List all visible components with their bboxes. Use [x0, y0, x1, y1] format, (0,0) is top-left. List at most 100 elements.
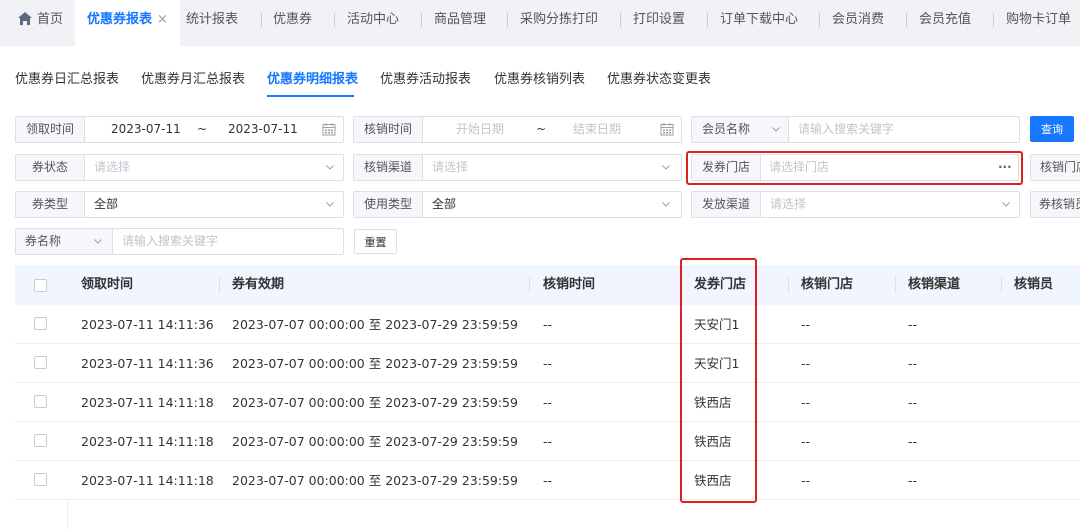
member-search-input[interactable]: 请输入搜索关键字 [798, 117, 894, 142]
row-checkbox[interactable] [34, 473, 47, 486]
col-validity[interactable]: 券有效期 [232, 265, 284, 305]
tab-label: 订单下载中心 [720, 12, 799, 27]
chevron-down-icon [1002, 202, 1010, 207]
col-verify-staff[interactable]: 核销员 [1014, 265, 1053, 305]
coupon-type-label: 券类型 [16, 192, 85, 217]
cell-validity: 2023-07-07 00:00:00 至 2023-07-29 23:59:5… [232, 395, 518, 410]
row-checkbox[interactable] [34, 356, 47, 369]
cell-validity: 2023-07-07 00:00:00 至 2023-07-29 23:59:5… [232, 317, 518, 332]
query-button[interactable]: 查询 [1030, 116, 1074, 142]
column-divider [529, 277, 530, 293]
tab-gift-card-orders[interactable]: 购物卡订单 [1006, 0, 1071, 40]
tab-order-download[interactable]: 订单下载中心 [720, 0, 798, 40]
verify-channel-select[interactable]: 核销渠道 请选择 [353, 154, 682, 181]
column-divider [895, 277, 896, 293]
coupon-name-search: 券名称 请输入搜索关键字 [15, 228, 344, 255]
tab-label: 会员充值 [919, 12, 972, 27]
col-verify-store[interactable]: 核销门店 [801, 265, 853, 305]
tab-print-settings[interactable]: 打印设置 [633, 0, 685, 40]
col-receive-time[interactable]: 领取时间 [81, 265, 133, 305]
coupon-name-select[interactable]: 券名称 [16, 229, 113, 254]
top-tab-bar: 首页 优惠券报表 × 统计报表 优惠券 活动中心 商品管理 采购分拣打印 打印设置… [0, 0, 1080, 46]
tab-home[interactable]: 首页 [17, 0, 63, 40]
cell-receive-time: 2023-07-11 14:11:36 [81, 317, 214, 332]
subtab-monthly-summary[interactable]: 优惠券月汇总报表 [141, 68, 245, 87]
table-row[interactable]: 2023-07-11 14:11:18 2023-07-07 00:00:00 … [15, 422, 1080, 461]
cell-receive-time: 2023-07-11 14:11:18 [81, 473, 214, 488]
highlight-issue-store-column [680, 258, 757, 503]
issue-channel-select[interactable]: 发放渠道 请选择 [691, 191, 1020, 218]
tab-member-recharge[interactable]: 会员充值 [919, 0, 971, 40]
calendar-icon[interactable] [660, 122, 674, 136]
subtab-daily-summary[interactable]: 优惠券日汇总报表 [15, 68, 119, 87]
use-type-value: 全部 [432, 197, 457, 211]
tab-member-consumption[interactable]: 会员消费 [832, 0, 884, 40]
cell-verify-store: -- [801, 473, 811, 488]
cell-validity: 2023-07-07 00:00:00 至 2023-07-29 23:59:5… [232, 356, 518, 371]
tab-divider [261, 13, 262, 27]
tab-label: 优惠券 [273, 12, 313, 27]
receive-time-end[interactable]: 2023-07-11 [228, 117, 298, 142]
verify-staff-select[interactable]: 券核销员 [1030, 191, 1080, 218]
tab-coupon-report[interactable]: 优惠券报表 × [75, 0, 180, 46]
chevron-down-icon [326, 165, 334, 170]
tab-divider [507, 13, 508, 27]
col-verify-time[interactable]: 核销时间 [543, 265, 595, 305]
tab-divider [993, 13, 994, 27]
subtab-verify-list[interactable]: 优惠券核销列表 [494, 68, 585, 87]
cell-verify-channel: -- [908, 317, 918, 332]
cell-verify-time: -- [543, 317, 553, 332]
tab-stats-report[interactable]: 统计报表 [186, 0, 238, 40]
row-checkbox[interactable] [34, 317, 47, 330]
verify-store-select[interactable]: 核销门店 [1030, 154, 1080, 181]
tab-divider [707, 13, 708, 27]
verify-time-range[interactable]: 核销时间 开始日期 ~ 结束日期 [353, 116, 682, 143]
tab-activity-center[interactable]: 活动中心 [347, 0, 399, 40]
table-row[interactable]: 2023-07-11 14:11:18 2023-07-07 00:00:00 … [15, 461, 1080, 500]
receive-time-start[interactable]: 2023-07-11 [111, 117, 181, 142]
verify-channel-label: 核销渠道 [354, 155, 423, 180]
coupon-status-select[interactable]: 券状态 请选择 [15, 154, 344, 181]
col-verify-channel[interactable]: 核销渠道 [908, 265, 960, 305]
tab-label: 采购分拣打印 [520, 12, 599, 27]
table-row[interactable]: 2023-07-11 14:11:36 2023-07-07 00:00:00 … [15, 305, 1080, 344]
tab-divider [421, 13, 422, 27]
close-icon[interactable]: × [157, 12, 168, 27]
table-row[interactable]: 2023-07-11 14:11:36 2023-07-07 00:00:00 … [15, 344, 1080, 383]
row-checkbox[interactable] [34, 434, 47, 447]
receive-time-range[interactable]: 领取时间 2023-07-11 ~ 2023-07-11 [15, 116, 344, 143]
tab-purchase-print[interactable]: 采购分拣打印 [520, 0, 598, 40]
tab-divider [620, 13, 621, 27]
verify-staff-label: 券核销员 [1031, 192, 1080, 217]
cell-receive-time: 2023-07-11 14:11:18 [81, 395, 214, 410]
calendar-icon[interactable] [322, 122, 336, 136]
coupon-name-input[interactable]: 请输入搜索关键字 [122, 229, 218, 254]
tab-goods-management[interactable]: 商品管理 [434, 0, 486, 40]
tab-divider [334, 13, 335, 27]
column-divider [788, 277, 789, 293]
verify-time-end[interactable]: 结束日期 [573, 117, 621, 142]
subtab-activity-report[interactable]: 优惠券活动报表 [380, 68, 471, 87]
member-select[interactable]: 会员名称 [692, 117, 789, 142]
tab-label: 商品管理 [434, 12, 487, 27]
tab-coupon[interactable]: 优惠券 [273, 0, 312, 40]
table-column-line [67, 500, 68, 529]
coupon-status-label: 券状态 [16, 155, 85, 180]
cell-verify-time: -- [543, 395, 553, 410]
table-row[interactable]: 2023-07-11 14:11:18 2023-07-07 00:00:00 … [15, 383, 1080, 422]
subtab-status-change[interactable]: 优惠券状态变更表 [607, 68, 711, 87]
chevron-down-icon [662, 202, 670, 207]
subtab-detail-report[interactable]: 优惠券明细报表 [267, 68, 358, 87]
verify-time-start[interactable]: 开始日期 [456, 117, 504, 142]
reset-button[interactable]: 重置 [354, 229, 397, 254]
cell-verify-channel: -- [908, 434, 918, 449]
use-type-select[interactable]: 使用类型 全部 [353, 191, 682, 218]
cell-verify-time: -- [543, 434, 553, 449]
select-all-checkbox[interactable] [34, 279, 47, 292]
verify-store-label: 核销门店 [1031, 155, 1080, 180]
chevron-down-icon [662, 165, 670, 170]
range-separator: ~ [197, 122, 208, 136]
chevron-down-icon [94, 239, 102, 244]
row-checkbox[interactable] [34, 395, 47, 408]
coupon-type-select[interactable]: 券类型 全部 [15, 191, 344, 218]
